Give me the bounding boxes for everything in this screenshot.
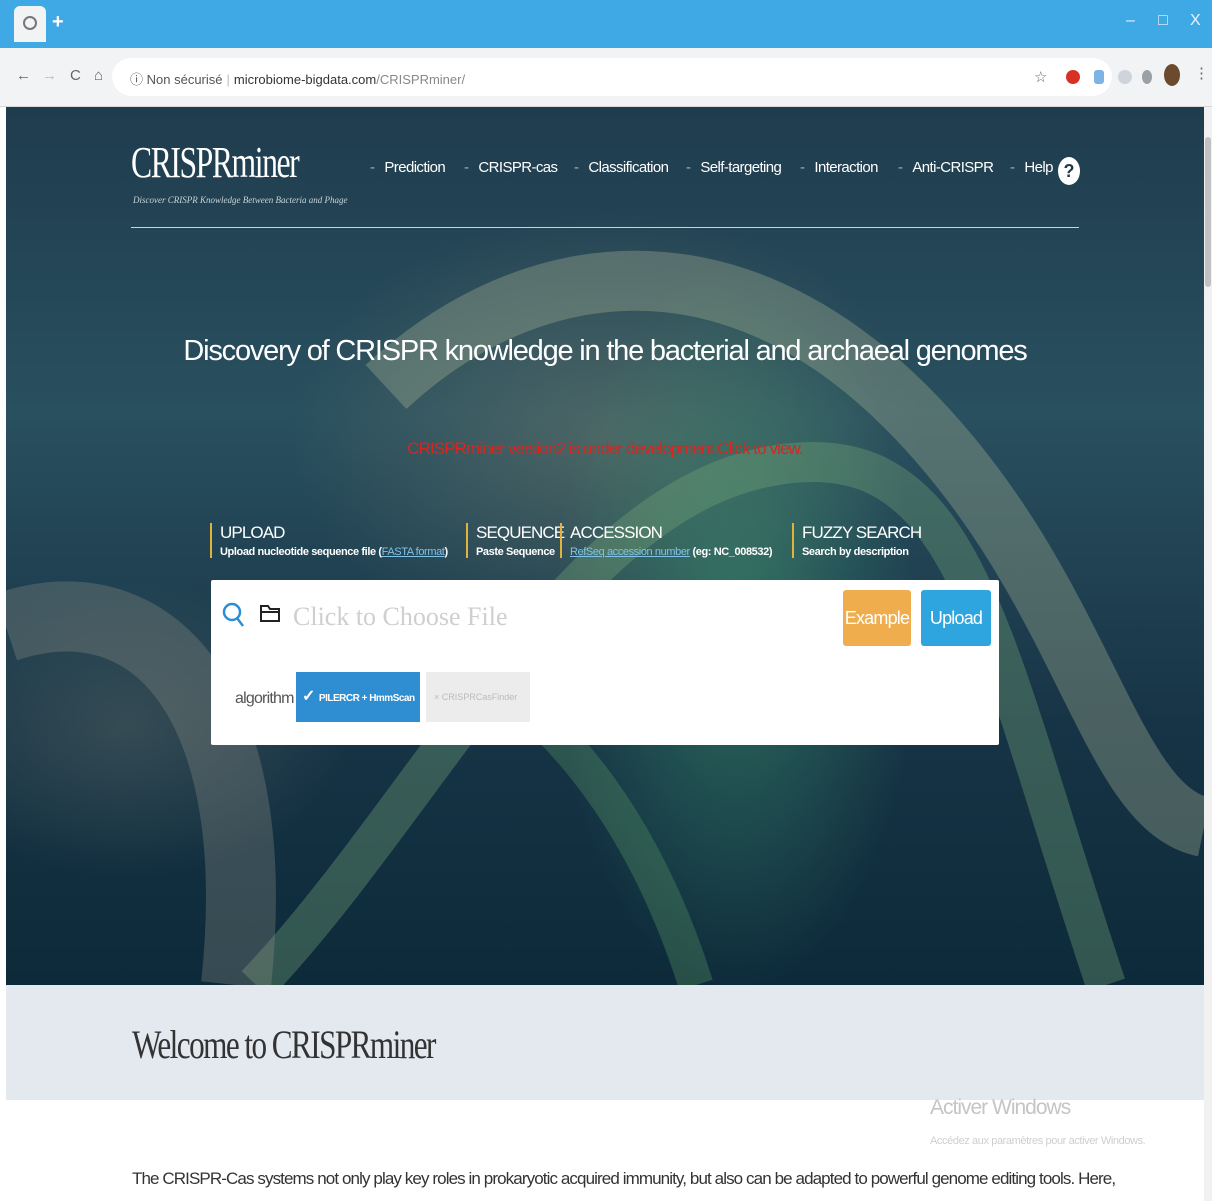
nav-anti-crispr[interactable]: Anti-CRISPR (898, 159, 994, 176)
scrollbar-thumb[interactable] (1205, 137, 1211, 287)
globe-icon (23, 16, 37, 30)
bullet-icon: × (434, 692, 442, 702)
home-button[interactable]: ⌂ (94, 68, 103, 84)
security-label: Non sécurisé (146, 72, 223, 87)
folder-icon (260, 605, 280, 622)
nav-crispr-cas[interactable]: CRISPR-cas (464, 159, 558, 176)
help-icon[interactable]: ? (1058, 157, 1080, 185)
version-notice-link[interactable]: CRISPRminer version2 is under developmen… (6, 439, 1204, 459)
algorithm-option-pilercr[interactable]: ✓ PILERCR + HmmScan (296, 672, 420, 722)
browser-titlebar: + – □ X (0, 0, 1212, 48)
choose-file-input[interactable] (291, 596, 835, 638)
minimize-button[interactable]: – (1126, 12, 1135, 30)
site-logo[interactable]: CRISPRminer (131, 137, 300, 188)
tab-fuzzy-title: FUZZY SEARCH (802, 523, 922, 542)
puzzle-icon[interactable] (1142, 70, 1152, 84)
avatar[interactable] (1164, 64, 1180, 86)
check-icon: ✓ (302, 688, 315, 705)
nav-prediction[interactable]: Prediction (370, 159, 445, 176)
back-button[interactable]: ← (16, 68, 31, 84)
browser-tab[interactable] (14, 6, 46, 42)
tab-fuzzy-search[interactable]: FUZZY SEARCH Search by description (792, 523, 922, 558)
site-tagline: Discover CRISPR Knowledge Between Bacter… (133, 195, 348, 205)
tab-accession-title: ACCESSION (570, 523, 663, 542)
hero-section: CRISPRminer Discover CRISPR Knowledge Be… (6, 107, 1204, 985)
address-bar: ← → C ⌂ ⓘ Non sécurisé | microbiome-bigdat… (0, 48, 1212, 107)
new-tab-button[interactable]: + (52, 10, 64, 34)
reload-button[interactable]: C (70, 68, 81, 84)
url-host: microbiome-bigdata.com (233, 72, 377, 87)
tab-sequence-sub: Paste Sequence (476, 546, 555, 558)
browser-menu-icon[interactable]: ⋮ (1194, 66, 1209, 82)
url-path: /CRISPRminer/ (376, 72, 466, 87)
fasta-format-link[interactable]: FASTA format (382, 546, 445, 558)
refseq-link[interactable]: RefSeq accession number (570, 546, 690, 558)
tab-upload-sub: Upload nucleotide sequence file ( (220, 546, 382, 558)
algorithm-label: algorithm (235, 690, 294, 707)
nav-interaction[interactable]: Interaction (800, 159, 878, 176)
algorithm-option-crisprcasfinder-label: CRISPRCasFinder (441, 692, 518, 702)
welcome-section: Welcome to CRISPRminer (6, 985, 1204, 1100)
tab-accession[interactable]: ACCESSION RefSeq accession number (eg: N… (560, 523, 772, 558)
windows-activation-subtitle: Accédez aux paramètres pour activer Wind… (930, 1135, 1146, 1147)
close-window-button[interactable]: X (1190, 12, 1201, 30)
stop-extension-icon[interactable] (1066, 70, 1080, 84)
tab-upload-title: UPLOAD (220, 523, 285, 542)
windows-activation-title: Activer Windows (930, 1096, 1071, 1119)
search-icon (222, 602, 244, 627)
nav-classification[interactable]: Classification (574, 159, 669, 176)
shield-extension-icon[interactable] (1094, 70, 1104, 84)
tab-accession-sub: (eg: NC_008532) (689, 546, 773, 558)
nav-help[interactable]: Help (1010, 159, 1053, 176)
welcome-title: Welcome to CRISPRminer (132, 1022, 436, 1067)
url-field[interactable]: ⓘ Non sécurisé | microbiome-bigdata.com/CR… (112, 58, 1112, 96)
example-button[interactable]: Example (843, 590, 911, 646)
maximize-button[interactable]: □ (1158, 12, 1168, 30)
tab-sequence[interactable]: SEQUENCE Paste Sequence (466, 523, 565, 558)
bookmark-star-icon[interactable]: ☆ (1034, 68, 1047, 86)
intro-paragraph: The CRISPR-Cas systems not only play key… (132, 1169, 1116, 1188)
tab-fuzzy-sub: Search by description (802, 546, 909, 558)
hero-headline: Discovery of CRISPR knowledge in the bac… (183, 335, 1027, 367)
info-icon: ⓘ (130, 72, 147, 87)
tab-sequence-title: SEQUENCE (476, 523, 565, 542)
algorithm-option-crisprcasfinder[interactable]: × CRISPRCasFinder (426, 672, 530, 722)
page-scrollbar[interactable] (1204, 107, 1212, 1201)
tab-upload[interactable]: UPLOAD Upload nucleotide sequence file (… (210, 523, 448, 558)
upload-button[interactable]: Upload (921, 590, 991, 646)
algorithm-option-pilercr-label: PILERCR + HmmScan (318, 693, 415, 704)
upload-panel: Example Upload algorithm ✓PILERCR + HmmS… (211, 580, 999, 745)
nav-self-targeting[interactable]: Self-targeting (686, 159, 781, 176)
extension-icon[interactable] (1118, 70, 1132, 84)
header-divider (131, 227, 1079, 228)
forward-button[interactable]: → (42, 68, 57, 84)
tab-upload-sub-end: ) (444, 546, 448, 558)
